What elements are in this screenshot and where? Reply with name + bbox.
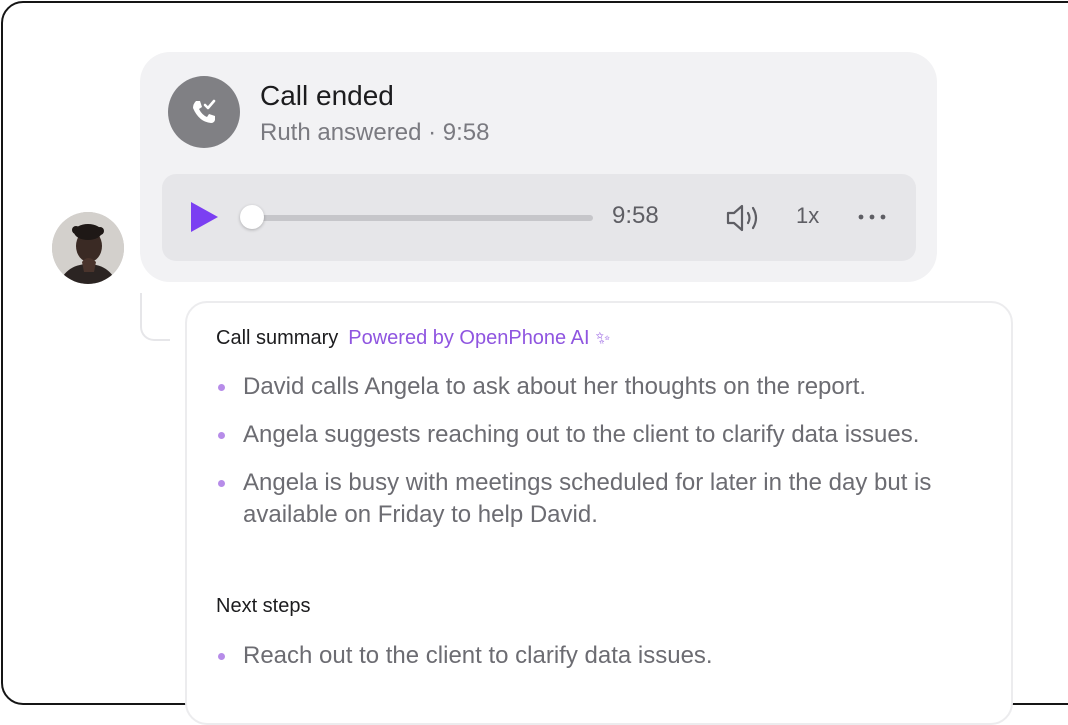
app-frame: Call ended Ruth answered · 9:58 9:58 1x (1, 1, 1068, 725)
summary-item: Angela suggests reaching out to the clie… (216, 419, 986, 451)
call-card: Call ended Ruth answered · 9:58 9:58 1x (140, 52, 937, 282)
play-button[interactable] (188, 200, 220, 234)
summary-list: David calls Angela to ask about her thou… (216, 371, 986, 547)
next-step-item: Reach out to the client to clarify data … (216, 640, 986, 672)
avatar (52, 212, 124, 284)
audio-player: 9:58 1x (162, 174, 916, 261)
playback-time: 9:58 (612, 202, 659, 229)
call-subtitle: Ruth answered · 9:58 (260, 119, 490, 146)
sparkle-icon: ✨︎ (595, 328, 611, 348)
next-steps-title: Next steps (216, 595, 311, 617)
call-summary-card: Call summary Powered by OpenPhone AI ✨︎ Da… (185, 301, 1013, 725)
thread-connector (140, 293, 170, 341)
more-horizontal-icon (858, 214, 886, 220)
progress-track[interactable] (250, 215, 593, 221)
more-options-button[interactable] (856, 207, 888, 227)
call-title: Call ended (260, 80, 394, 111)
powered-by-label: Powered by OpenPhone AI (348, 327, 590, 349)
volume-button[interactable] (725, 202, 763, 234)
summary-item: David calls Angela to ask about her thou… (216, 371, 986, 403)
progress-thumb[interactable] (240, 205, 264, 229)
next-steps-list: Reach out to the client to clarify data … (216, 640, 986, 672)
summary-header: Call summary Powered by OpenPhone AI ✨︎ (216, 327, 610, 350)
summary-title: Call summary (216, 327, 339, 349)
play-icon (191, 202, 218, 232)
phone-check-icon (168, 76, 240, 148)
playback-speed-button[interactable]: 1x (796, 203, 819, 229)
summary-item: Angela is busy with meetings scheduled f… (216, 467, 986, 531)
volume-icon (726, 204, 758, 232)
